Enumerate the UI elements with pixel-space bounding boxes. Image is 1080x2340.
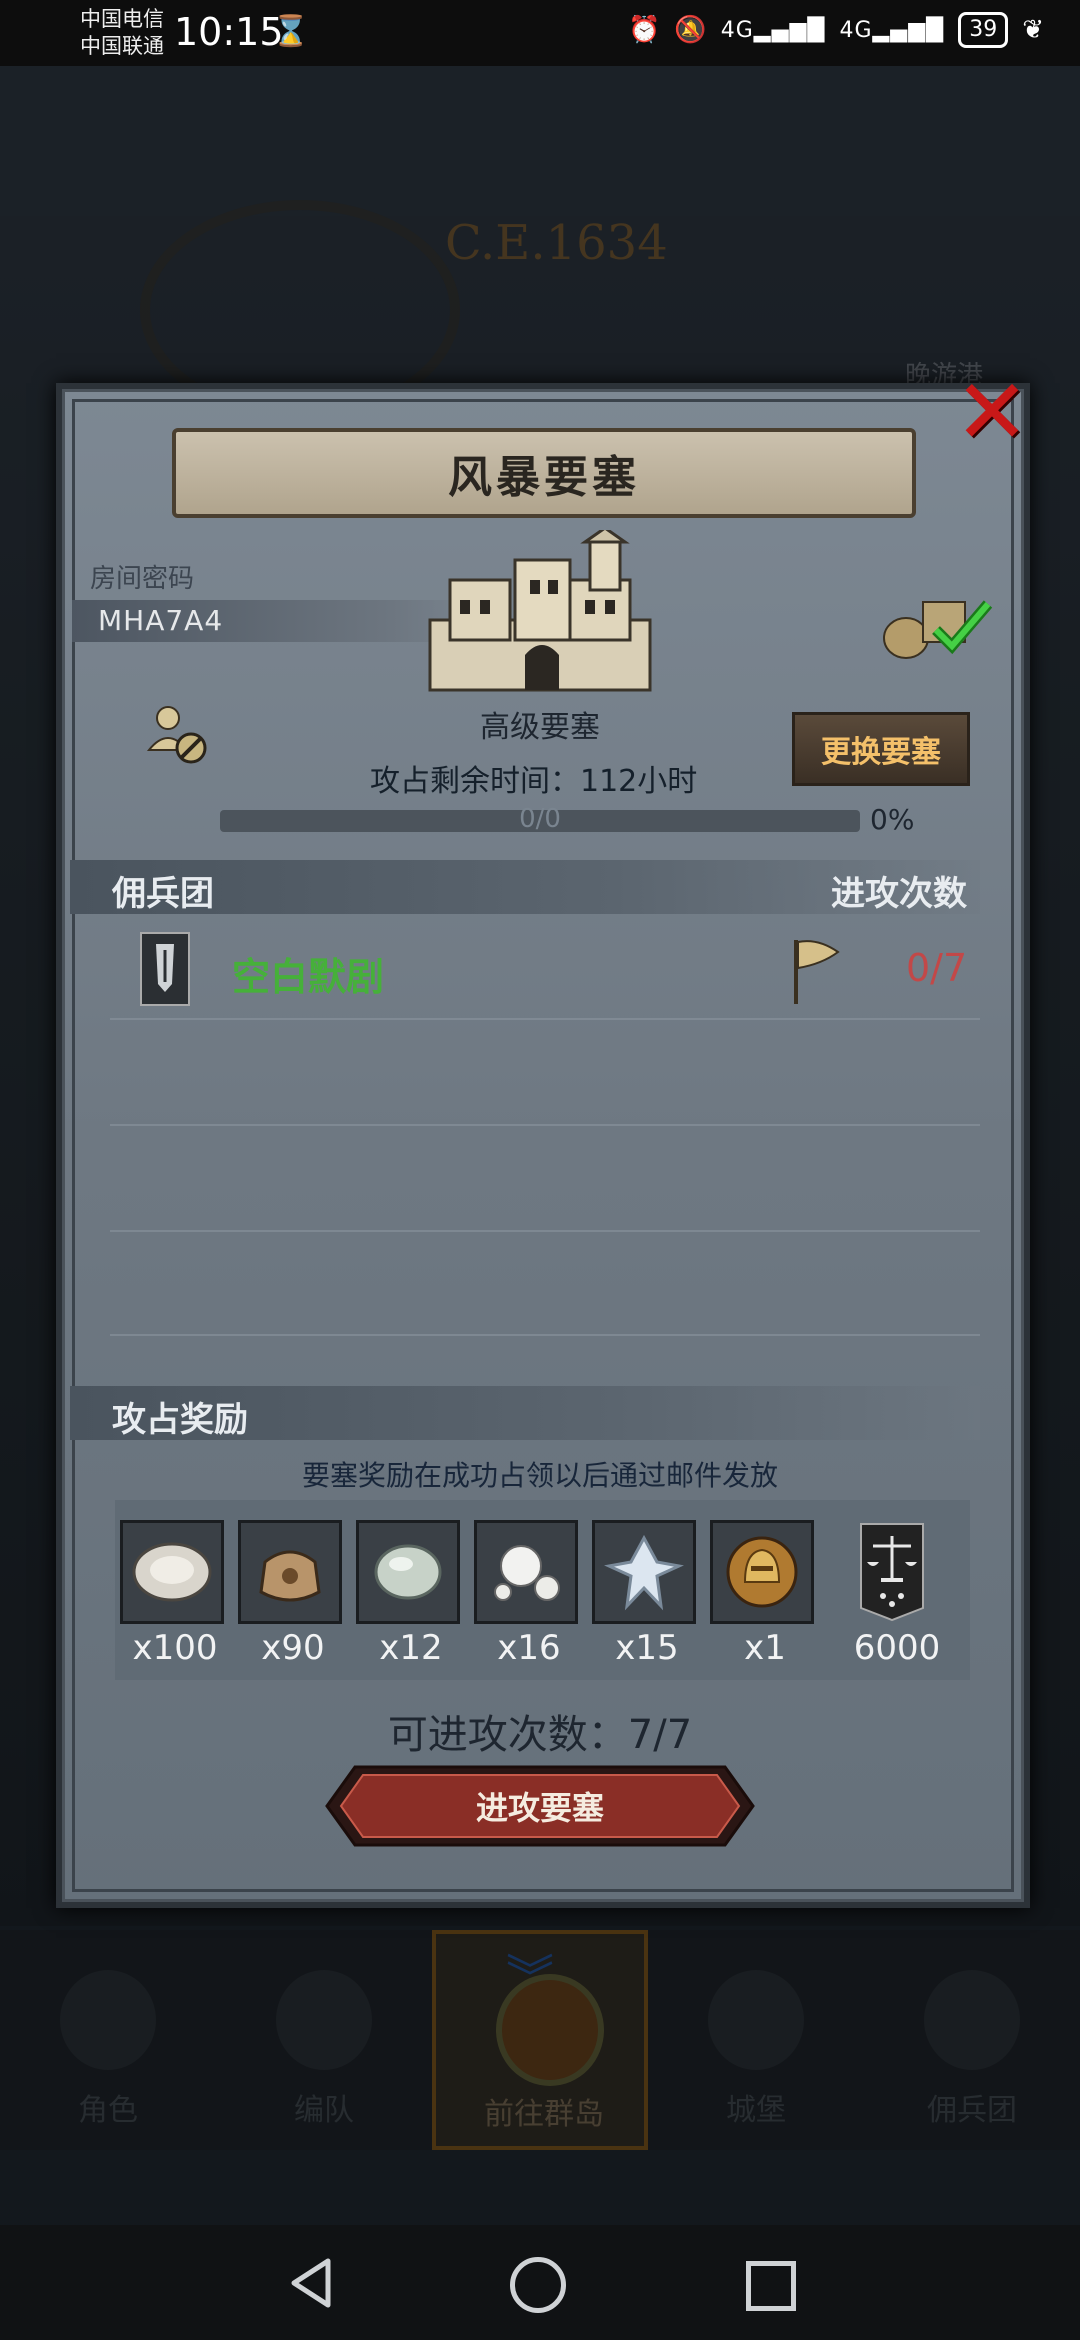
reward-item[interactable]: x15 <box>592 1520 702 1668</box>
reward-item[interactable]: x1 <box>710 1520 820 1668</box>
status-time: 10:15 <box>174 10 284 54</box>
reward-item[interactable]: x16 <box>474 1520 584 1668</box>
reward-note: 要塞奖励在成功占领以后通过邮件发放 <box>301 1459 778 1492</box>
available-attempts: 可进攻次数：7/7 <box>387 1712 693 1758</box>
remaining-time: 攻占剩余时间：112小时 <box>370 756 697 800</box>
reward-qty: x15 <box>615 1628 679 1668</box>
attack-button-label: 进攻要塞 <box>475 1789 604 1827</box>
change-fortress-button[interactable]: 更换要塞 <box>792 712 970 786</box>
battery-icon: 39 <box>958 12 1009 48</box>
reward-item[interactable]: x90 <box>238 1520 348 1668</box>
mercenary-header: 佣兵团 <box>112 874 214 914</box>
stone-icon <box>356 1520 460 1624</box>
alarm-icon: ⏰ <box>627 15 661 45</box>
reward-qty: 6000 <box>853 1628 941 1668</box>
close-button[interactable]: ✕ <box>952 360 1032 465</box>
carrier-info: 中国电信 中国联通 <box>80 6 164 60</box>
flag-icon <box>794 940 840 1004</box>
pearls-icon <box>474 1520 578 1624</box>
system-nav-bar <box>0 2225 1080 2340</box>
row-divider <box>110 1124 980 1126</box>
remaining-time-label: 攻占剩余时间： <box>370 764 580 799</box>
mute-bell-icon: 🔕 <box>674 15 707 45</box>
kick-member-icon[interactable] <box>143 700 213 770</box>
row-divider <box>110 1018 980 1020</box>
reward-qty: x1 <box>744 1628 786 1668</box>
recents-icon[interactable] <box>746 2261 796 2311</box>
signal-2-icon: 4G▂▄▆█ <box>839 17 945 43</box>
carrier-2: 中国联通 <box>80 34 164 58</box>
mercenary-name: 空白默剧 <box>232 955 385 999</box>
fortress-castle-icon <box>428 530 652 692</box>
reward-qty: x90 <box>261 1628 325 1668</box>
mercenary-row[interactable]: 空白默剧 0/7 <box>110 926 980 1016</box>
row-divider <box>110 1230 980 1232</box>
reward-item[interactable]: 6000 <box>840 1520 950 1668</box>
remaining-time-value: 112小时 <box>580 764 698 799</box>
justice-banner-icon <box>840 1520 944 1624</box>
reward-claimed-icon[interactable] <box>878 590 998 660</box>
reward-qty: x16 <box>497 1628 561 1668</box>
carrier-1: 中国电信 <box>80 7 164 31</box>
capture-progress-percent: 0% <box>870 803 915 836</box>
guild-banner-icon <box>140 932 190 1006</box>
mercenary-attack-count: 0/7 <box>906 946 968 990</box>
home-icon[interactable] <box>510 2257 566 2313</box>
dialog-title: 风暴要塞 <box>172 428 916 518</box>
attack-fortress-button[interactable]: 进攻要塞 <box>325 1765 755 1847</box>
reward-header: 攻占奖励 <box>112 1400 248 1440</box>
close-icon: ✕ <box>954 360 1030 465</box>
crystal-icon <box>592 1520 696 1624</box>
room-code[interactable]: MHA7A4 <box>98 604 223 637</box>
leaf-icon: ❦ <box>1022 15 1044 45</box>
room-password-label: 房间密码 <box>90 564 195 594</box>
reward-qty: x12 <box>379 1628 443 1668</box>
sack-icon <box>238 1520 342 1624</box>
status-bar: 中国电信 中国联通 10:15 ⌛ ⏰ 🔕 4G▂▄▆█ 4G▂▄▆█ 39 ❦ <box>0 0 1080 66</box>
signal-1-icon: 4G▂▄▆█ <box>720 17 826 43</box>
oyster-icon <box>120 1520 224 1624</box>
helmet-medal-icon <box>710 1520 814 1624</box>
capture-progress-bar: 0/0 <box>220 804 860 834</box>
reward-item[interactable]: x12 <box>356 1520 466 1668</box>
capture-progress-text: 0/0 <box>519 804 561 834</box>
hourglass-icon: ⌛ <box>272 14 310 49</box>
attacks-header: 进攻次数 <box>831 874 967 914</box>
row-divider <box>110 1334 980 1336</box>
reward-qty: x100 <box>132 1628 218 1668</box>
back-icon[interactable] <box>282 2253 342 2313</box>
reward-item[interactable]: x100 <box>120 1520 230 1668</box>
status-icons: ⏰ 🔕 4G▂▄▆█ 4G▂▄▆█ 39 ❦ <box>628 12 1044 48</box>
